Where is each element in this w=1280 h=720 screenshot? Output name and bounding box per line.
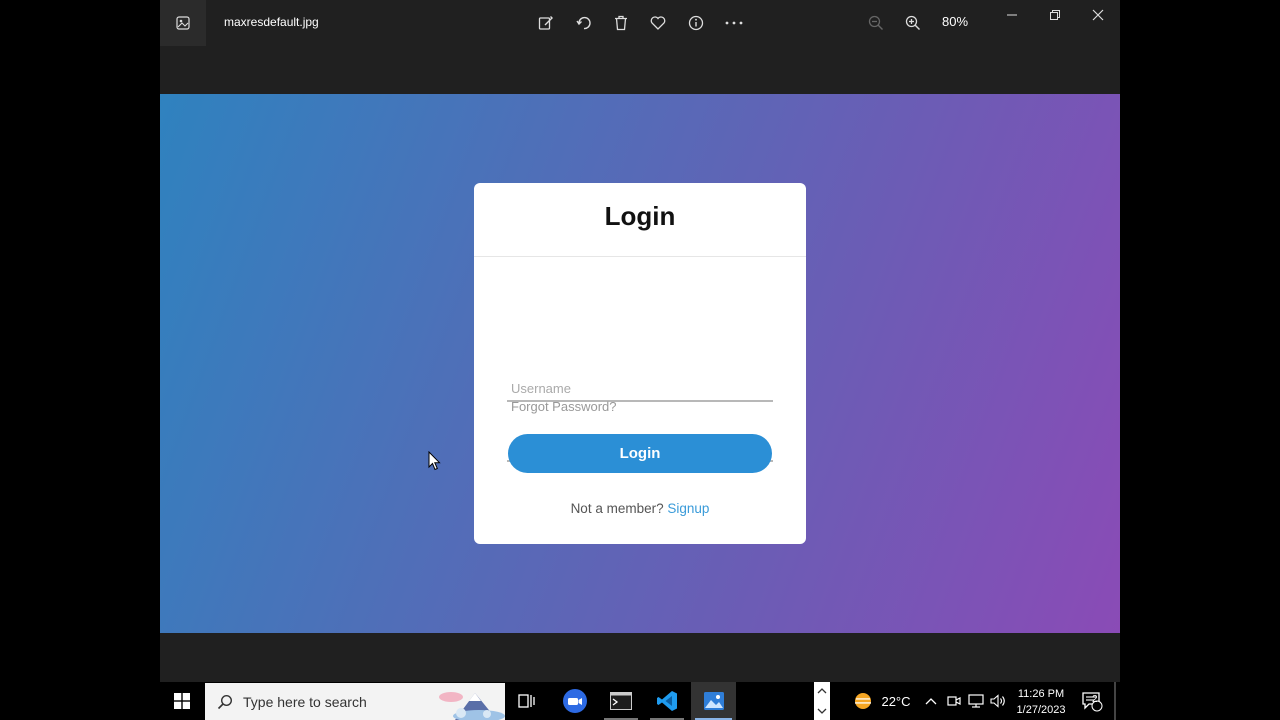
login-card: Login Forgot Password? Login Not a membe… [474,183,806,544]
photos-icon [703,692,724,710]
favorite-icon[interactable] [646,12,670,34]
more-icon[interactable] [722,12,746,34]
image-viewport: Login Forgot Password? Login Not a membe… [160,94,1120,633]
terminal-icon [610,692,632,710]
zoom-in-icon[interactable] [901,12,925,34]
close-button[interactable] [1083,4,1113,26]
signup-link[interactable]: Signup [667,501,709,516]
search-icon [217,694,233,709]
start-button[interactable] [160,682,204,720]
login-button[interactable]: Login [508,434,772,473]
delete-icon[interactable] [609,12,633,34]
card-divider [474,256,806,257]
taskbar-clock[interactable]: 11:26 PM 1/27/2023 [1010,686,1072,718]
taskbar-search-box[interactable]: Type here to search [205,683,505,720]
action-center-button[interactable]: 2 [1074,682,1110,720]
forgot-password-link[interactable]: Forgot Password? [511,399,617,414]
windows-icon [174,693,190,709]
mouse-cursor-icon [428,450,441,476]
task-view-icon [518,694,535,708]
search-highlight-illustration [439,692,505,720]
network-icon[interactable] [966,682,986,720]
photos-app-icon[interactable] [160,0,206,46]
zoom-icon [563,689,587,713]
meet-now-icon[interactable] [945,682,963,720]
restore-button[interactable] [1040,4,1070,26]
zoom-level[interactable]: 80% [942,14,968,29]
clock-date: 1/27/2023 [1016,704,1066,716]
volume-icon[interactable] [988,682,1008,720]
weather-temperature[interactable]: 22°C [878,682,914,720]
clock-time: 11:26 PM [1017,688,1065,700]
signup-row: Not a member? Signup [474,501,806,516]
terminal-app-button[interactable] [600,682,642,720]
search-placeholder: Type here to search [243,693,367,710]
info-icon[interactable] [684,12,708,34]
taskbar-scroll-control[interactable] [814,682,830,720]
show-desktop-divider[interactable] [1114,682,1116,720]
file-name: maxresdefault.jpg [224,15,319,29]
rotate-icon[interactable] [572,12,596,34]
zoom-app-button[interactable] [554,682,596,720]
weather-icon[interactable] [850,682,876,720]
vscode-app-button[interactable] [646,682,688,720]
chevron-up-icon[interactable] [922,682,940,720]
not-member-text: Not a member? [570,501,664,516]
title-bar: maxresdefault.jpg 80% [160,0,1120,46]
login-title: Login [604,201,676,231]
photos-app-button[interactable] [691,682,736,720]
task-view-button[interactable] [507,682,547,720]
minimize-button[interactable] [997,4,1027,26]
photos-app-window: maxresdefault.jpg 80% Login Username For… [160,0,1120,682]
vscode-icon [657,691,677,711]
edit-icon[interactable] [534,12,558,34]
zoom-out-icon[interactable] [864,12,888,34]
notification-count: 2 [1092,694,1098,705]
